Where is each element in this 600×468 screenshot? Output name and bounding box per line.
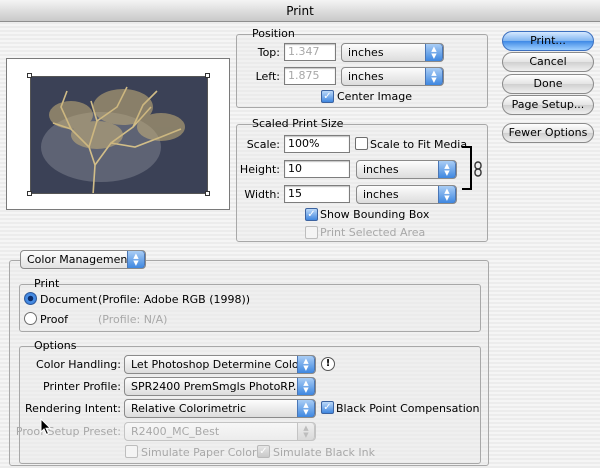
height-unit-value: inches	[363, 163, 399, 176]
center-image-checkbox[interactable]: ✓	[321, 90, 334, 103]
proof-profile: (Profile: N/A)	[98, 313, 168, 326]
left-label: Left:	[255, 70, 280, 83]
proof-setup-value: R2400_MC_Best	[131, 425, 220, 438]
popup-arrows-icon: ▲ ▼	[297, 423, 315, 440]
popup-arrows-icon: ▲ ▼	[297, 356, 315, 373]
printer-profile-popup[interactable]: SPR2400 PremSmgls PhotoRP... ▲ ▼	[124, 377, 316, 396]
scale-field[interactable]: 100%	[284, 135, 350, 153]
popup-arrows-icon: ▲ ▼	[425, 68, 443, 85]
simulate-paper-checkbox[interactable]	[125, 445, 138, 458]
scale-to-fit-label: Scale to Fit Media	[370, 138, 468, 151]
preview-image[interactable]	[30, 76, 208, 194]
popup-arrows-icon: ▲ ▼	[297, 400, 315, 417]
constrain-bracket	[462, 146, 472, 190]
black-point-checkbox[interactable]: ✓	[321, 401, 334, 414]
print-dialog: Print Position Top: 1.347 inches ▲ ▼ Lef…	[0, 0, 600, 468]
print-selected-area-label: Print Selected Area	[320, 226, 426, 239]
bounding-handle-bottom-left[interactable]	[27, 191, 32, 196]
document-radio[interactable]	[24, 292, 37, 305]
left-unit-value: inches	[348, 70, 384, 83]
show-bounding-box-label: Show Bounding Box	[320, 208, 430, 221]
center-image-label: Center Image	[337, 90, 412, 103]
window-title: Print	[0, 0, 600, 22]
height-label: Height:	[239, 163, 280, 176]
color-handling-popup[interactable]: Let Photoshop Determine Colors ▲ ▼	[124, 355, 316, 374]
proof-label: Proof	[40, 313, 69, 326]
popup-arrows-icon: ▲ ▼	[127, 251, 145, 268]
popup-arrows-icon: ▲ ▼	[425, 44, 443, 61]
rendering-intent-value: Relative Colorimetric	[131, 402, 247, 415]
proof-setup-label: Proof Setup Preset:	[15, 425, 121, 438]
simulate-paper-label: Simulate Paper Color	[141, 446, 257, 459]
scale-label: Scale:	[246, 138, 280, 151]
done-button[interactable]: Done	[502, 74, 594, 94]
print-source-title: Print	[34, 277, 60, 290]
document-label: Document	[40, 293, 97, 306]
cancel-button[interactable]: Cancel	[502, 52, 594, 72]
color-handling-label: Color Handling:	[36, 358, 121, 371]
width-unit-value: inches	[363, 188, 399, 201]
height-field[interactable]: 10	[284, 160, 350, 178]
popup-arrows-icon: ▲ ▼	[438, 186, 456, 203]
section-popup-value: Color Management	[27, 253, 132, 266]
color-handling-value: Let Photoshop Determine Colors	[131, 358, 309, 371]
rendering-intent-label: Rendering Intent:	[25, 402, 121, 415]
show-bounding-box-checkbox[interactable]: ✓	[305, 208, 318, 221]
bounding-handle-top-right[interactable]	[205, 73, 210, 78]
left-unit-popup[interactable]: inches ▲ ▼	[341, 67, 444, 86]
fewer-options-button[interactable]: Fewer Options	[502, 123, 594, 143]
proof-radio[interactable]	[24, 312, 37, 325]
simulate-black-label: Simulate Black Ink	[273, 446, 375, 459]
width-unit-popup[interactable]: inches ▲ ▼	[356, 185, 457, 204]
top-field[interactable]: 1.347	[284, 43, 336, 61]
top-unit-value: inches	[348, 46, 384, 59]
popup-arrows-icon: ▲ ▼	[438, 161, 456, 178]
scale-to-fit-checkbox[interactable]	[355, 137, 368, 150]
printer-profile-label: Printer Profile:	[43, 380, 121, 393]
proof-setup-popup[interactable]: R2400_MC_Best ▲ ▼	[124, 422, 316, 441]
popup-arrows-icon: ▲ ▼	[297, 378, 315, 395]
bounding-handle-bottom-right[interactable]	[205, 191, 210, 196]
print-button[interactable]: Print...	[502, 31, 594, 51]
width-label: Width:	[244, 188, 280, 201]
simulate-black-checkbox[interactable]: ✓	[257, 445, 270, 458]
height-unit-popup[interactable]: inches ▲ ▼	[356, 160, 457, 179]
scaled-print-size-title: Scaled Print Size	[252, 117, 344, 130]
width-field[interactable]: 15	[284, 185, 350, 203]
rendering-intent-popup[interactable]: Relative Colorimetric ▲ ▼	[124, 399, 316, 418]
top-label: Top:	[257, 46, 280, 59]
print-selected-area-checkbox[interactable]	[305, 226, 318, 239]
warning-icon[interactable]: !	[321, 357, 335, 371]
position-title: Position	[252, 27, 295, 40]
black-point-label: Black Point Compensation	[336, 402, 480, 415]
top-unit-popup[interactable]: inches ▲ ▼	[341, 43, 444, 62]
bounding-handle-top-left[interactable]	[27, 73, 32, 78]
page-setup-button[interactable]: Page Setup...	[502, 95, 594, 115]
document-profile: (Profile: Adobe RGB (1998))	[98, 293, 251, 306]
section-popup[interactable]: Color Management ▲ ▼	[20, 250, 146, 269]
mouse-cursor-icon	[40, 417, 52, 436]
printer-profile-value: SPR2400 PremSmgls PhotoRP...	[131, 380, 304, 393]
print-source-group	[19, 284, 481, 332]
left-field[interactable]: 1.875	[284, 67, 336, 85]
options-title: Options	[34, 339, 77, 352]
chain-link-icon[interactable]	[473, 161, 483, 177]
